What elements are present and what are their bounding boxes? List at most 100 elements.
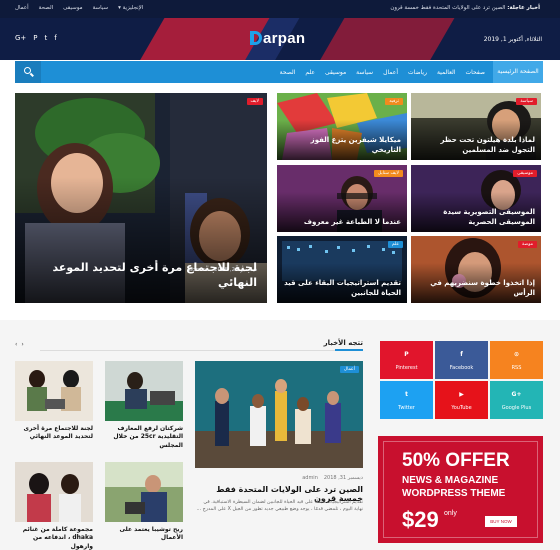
rss-icon: ⊙ <box>513 351 520 358</box>
social-box-rss[interactable]: ⊙ RSS <box>490 341 543 379</box>
main-nav: الصفحة الرئيسية صفحات العالمية رياضات أع… <box>15 61 543 83</box>
hero-post[interactable]: لايف ديسمبر 26, 2018 admin لجنة للاجتماع… <box>15 93 267 303</box>
nav-item-health[interactable]: الصحة <box>280 69 296 76</box>
category-badge[interactable]: لايف <box>246 98 263 105</box>
header-social-links: G+ P t f <box>15 34 57 42</box>
header-decoration <box>304 18 466 60</box>
social-box-google-plus[interactable]: G+ Google Plus <box>490 381 543 419</box>
social-box-facebook[interactable]: f Facebook <box>435 341 488 379</box>
small-card-title[interactable]: لجنة للاجتماع مرة أخرى لتحديد الموعد الن… <box>15 425 94 442</box>
category-badge[interactable]: سياسة <box>516 98 537 105</box>
small-card-title[interactable]: شركتان لرفع المعارف التقليدية 25cr من خل… <box>105 425 183 450</box>
small-card-photo <box>105 462 183 522</box>
featured-tile[interactable]: ترفيه ميكايلا شيفرين يتزع الفوز التاريخي <box>277 93 407 160</box>
category-badge[interactable]: موضة <box>518 241 537 248</box>
top-link-health[interactable]: الصحة <box>39 5 53 11</box>
site-logo[interactable]: arpan <box>250 30 305 47</box>
logo-d-icon <box>250 31 262 45</box>
category-badge[interactable]: لايف ستايل <box>373 170 403 177</box>
hero-title[interactable]: لجنة للاجتماع مرة أخرى لتحديد الموعد الن… <box>25 261 257 291</box>
nav-item-politics[interactable]: سياسة <box>356 69 373 76</box>
featured-tile[interactable]: علم تقديم استراتيجيات البقاء على قيد الح… <box>277 236 407 303</box>
social-label: YouTube <box>451 405 472 411</box>
big-card-meta: ديسمبر 31, 2018 admin <box>302 475 363 481</box>
small-card-image[interactable] <box>15 361 93 421</box>
featured-tile[interactable]: موسيقى الموسيقى التصويرية سيدة الموسيقى … <box>411 165 541 232</box>
nav-item-business[interactable]: أعمال <box>383 69 398 76</box>
small-card-image[interactable] <box>105 462 183 522</box>
ticker-text[interactable]: الصين ترد على الولايات المتحدة فقط خمسة … <box>390 5 505 11</box>
post-author[interactable]: admin <box>302 475 318 481</box>
featured-tile[interactable]: سياسة لماذا بلدة هيلتون تحت حظر التجول ض… <box>411 93 541 160</box>
category-badge[interactable]: علم <box>387 241 403 248</box>
promo-banner[interactable]: 50% OFFER NEWS & MAGAZINE WORDPRESS THEM… <box>378 436 543 543</box>
nav-item-pages[interactable]: صفحات <box>466 69 485 76</box>
nav-item-music[interactable]: موسيقى <box>325 69 346 76</box>
big-card-image[interactable]: أعمال <box>195 361 363 468</box>
social-box-youtube[interactable]: ▶ YouTube <box>435 381 488 419</box>
small-card-title[interactable]: مجموعة كاملة من غنائم dhaka ، اندفاعه من… <box>15 526 93 550</box>
small-card-photo <box>15 462 93 522</box>
site-header: G+ P t f arpan الثلاثاء, أكتوبر 1, 2019 <box>0 18 560 60</box>
search-button[interactable] <box>15 61 41 83</box>
social-label: Pinterest <box>395 365 418 371</box>
header-date: الثلاثاء, أكتوبر 1, 2019 <box>483 36 542 43</box>
chevron-left-icon[interactable]: ‹ <box>15 341 17 348</box>
tile-title[interactable]: تقديم استراتيجيات البقاء على قيد الحياة … <box>283 279 401 298</box>
featured-tile[interactable]: موضة إذا اتخذوا خطوة سنضربهم في الرأس <box>411 236 541 303</box>
social-label: Google Plus <box>501 405 532 411</box>
top-link-music[interactable]: موسيقى <box>63 5 82 11</box>
tile-title[interactable]: إذا اتخذوا خطوة سنضربهم في الرأس <box>417 279 535 298</box>
tile-title[interactable]: ميكايلا شيفرين يتزع الفوز التاريخي <box>283 136 401 155</box>
social-label: Twitter <box>398 405 415 411</box>
social-box-pinterest[interactable]: P Pinterest <box>380 341 433 379</box>
post-date: ديسمبر 31, 2018 <box>323 475 363 481</box>
social-label: RSS <box>511 365 522 371</box>
facebook-icon[interactable]: f <box>54 34 56 42</box>
social-counter-grid: P Pinterest f Facebook ⊙ RSS t Twitter ▶… <box>380 341 543 419</box>
nav-item-home[interactable]: الصفحة الرئيسية <box>493 61 543 83</box>
tile-title[interactable]: عندما لا الطباعة غير معروف <box>283 218 401 227</box>
banner-subtitle: NEWS & MAGAZINE WORDPRESS THEME <box>402 474 505 500</box>
twitter-icon: t <box>405 391 408 398</box>
pinterest-icon: P <box>404 351 409 358</box>
language-select[interactable]: الإنجليزية ▾ <box>118 5 143 11</box>
banner-subtitle-line: WORDPRESS THEME <box>402 488 506 499</box>
carousel-arrows: ‹ › <box>15 341 24 348</box>
nav-item-world[interactable]: العالمية <box>437 69 456 76</box>
section-divider <box>40 350 335 351</box>
ticker-label: أخبار عاجلة: <box>507 5 540 11</box>
top-link-business[interactable]: أعمال <box>15 5 29 11</box>
social-box-twitter[interactable]: t Twitter <box>380 381 433 419</box>
nav-items: صفحات العالمية رياضات أعمال سياسة موسيقى… <box>280 61 485 83</box>
breaking-news-ticker[interactable]: أخبار عاجلة: الصين ترد على الولايات المت… <box>390 5 540 11</box>
tile-title[interactable]: لماذا بلدة هيلتون تحت حظر التجول ضد المس… <box>417 136 535 155</box>
tile-title[interactable]: الموسيقى التصويرية سيدة الموسيقى الحصرية <box>417 208 535 227</box>
small-card-title[interactable]: ربح توشيبا يعتمد على الأعمال <box>105 526 183 543</box>
twitter-icon[interactable]: t <box>45 34 48 42</box>
featured-tile[interactable]: لايف ستايل عندما لا الطباعة غير معروف <box>277 165 407 232</box>
big-card-excerpt: تقديم استراتيجيات البقاء على قيد الحياة … <box>196 500 363 512</box>
facebook-icon: f <box>460 351 463 358</box>
banner-subtitle-line: NEWS & MAGAZINE <box>402 475 499 486</box>
banner-only: only <box>444 510 457 517</box>
google-plus-icon: G+ <box>511 391 522 398</box>
category-badge[interactable]: أعمال <box>339 366 359 373</box>
top-links: الإنجليزية ▾ سياسة موسيقى الصحة أعمال <box>15 5 143 11</box>
buy-now-button[interactable]: BUY NOW <box>485 516 517 527</box>
chevron-right-icon[interactable]: › <box>21 341 23 348</box>
big-card-photo <box>195 361 363 468</box>
pinterest-icon[interactable]: P <box>33 34 37 42</box>
small-card-image[interactable] <box>15 462 93 522</box>
nav-item-sports[interactable]: رياضات <box>408 69 427 76</box>
top-link-politics[interactable]: سياسة <box>93 5 109 11</box>
category-badge[interactable]: ترفيه <box>385 98 403 105</box>
top-bar: أخبار عاجلة: الصين ترد على الولايات المت… <box>0 0 560 18</box>
category-badge[interactable]: موسيقى <box>513 170 537 177</box>
small-card-photo <box>105 361 183 421</box>
youtube-icon: ▶ <box>459 391 464 398</box>
nav-item-science[interactable]: علم <box>305 69 315 76</box>
page: أخبار عاجلة: الصين ترد على الولايات المت… <box>0 0 560 550</box>
google-plus-icon[interactable]: G+ <box>15 34 26 42</box>
small-card-image[interactable] <box>105 361 183 421</box>
